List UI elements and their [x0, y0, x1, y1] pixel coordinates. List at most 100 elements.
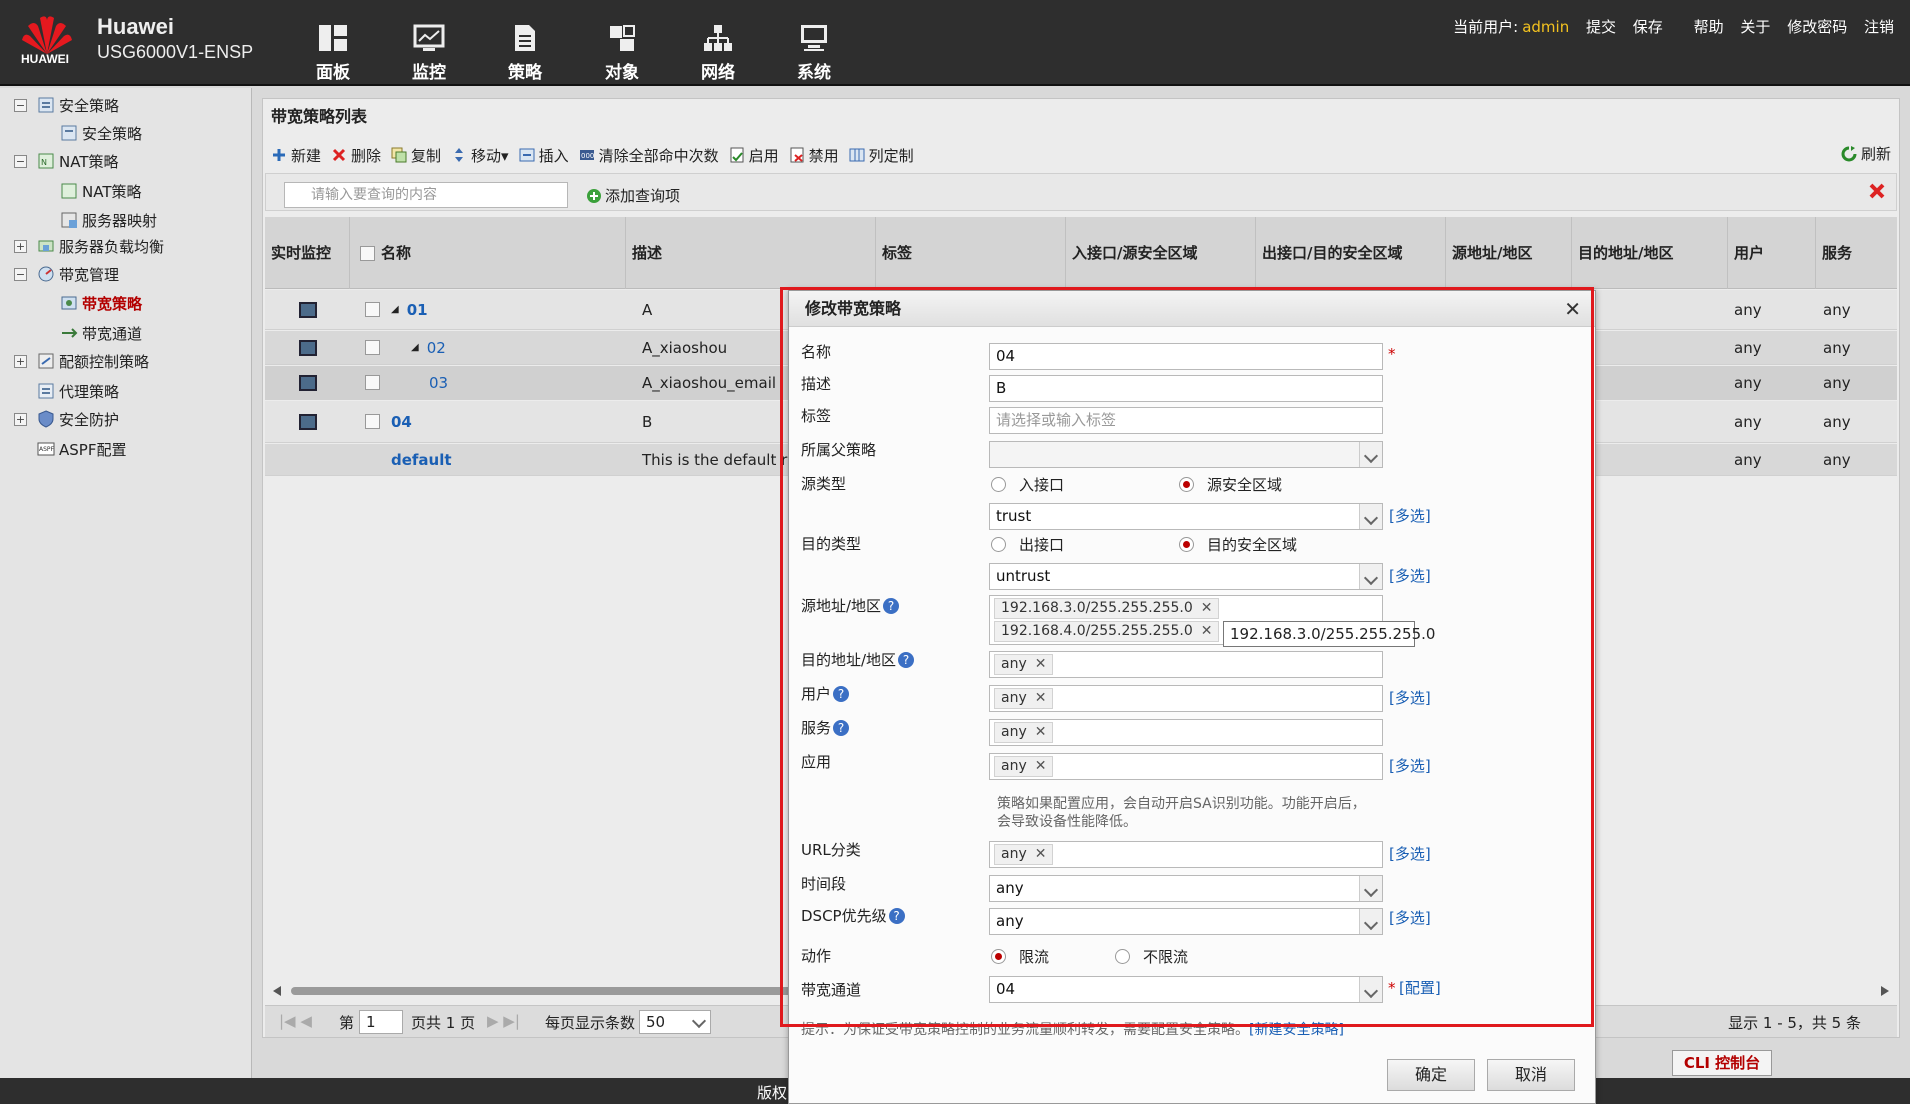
about-link[interactable]: 关于: [1740, 18, 1770, 36]
nav-tab-dashboard[interactable]: 面板: [293, 22, 373, 83]
monitor-icon[interactable]: [299, 413, 317, 430]
remove-tag-icon[interactable]: ✕: [1035, 656, 1047, 672]
application-field[interactable]: any ✕: [989, 753, 1383, 780]
submit-link[interactable]: 提交: [1586, 18, 1616, 36]
insert-button[interactable]: 插入: [519, 145, 569, 166]
remove-tag-icon[interactable]: ✕: [1035, 758, 1047, 774]
cli-console-button[interactable]: CLI 控制台: [1672, 1050, 1772, 1076]
tree-item-nat-policy[interactable]: NAT策略: [60, 180, 141, 202]
help-icon[interactable]: ?: [888, 907, 905, 924]
select-all-checkbox[interactable]: [360, 246, 375, 261]
row-checkbox[interactable]: [365, 302, 380, 317]
expand-icon[interactable]: +: [14, 412, 27, 426]
col-name[interactable]: 名称: [375, 217, 625, 289]
enable-button[interactable]: 启用: [729, 145, 779, 166]
tree-nat-policy-group[interactable]: − N NAT策略: [14, 150, 118, 172]
tree-item-aspf[interactable]: ASPF ASPF配置: [37, 438, 126, 460]
policy-name-link[interactable]: 02: [427, 339, 446, 357]
new-security-policy-link[interactable]: [新建安全策略]: [1249, 1022, 1344, 1038]
tree-item-security-policy[interactable]: 安全策略: [60, 122, 142, 144]
refresh-button[interactable]: 刷新: [1841, 143, 1891, 164]
columns-button[interactable]: 列定制: [849, 145, 914, 166]
remove-tag-icon[interactable]: ✕: [1035, 846, 1047, 862]
tree-item-server-mapping[interactable]: 服务器映射: [60, 209, 157, 231]
dscp-select[interactable]: any: [989, 908, 1383, 935]
time-range-select[interactable]: any: [989, 875, 1383, 902]
help-icon[interactable]: ?: [833, 719, 850, 736]
logout-link[interactable]: 注销: [1864, 18, 1894, 36]
tree-item-proxy-policy[interactable]: 代理策略: [37, 380, 119, 402]
tree-security-protection-group[interactable]: + 安全防护: [14, 408, 119, 430]
remove-tag-icon[interactable]: ✕: [1201, 623, 1213, 639]
col-description[interactable]: 描述: [625, 217, 875, 289]
collapse-icon[interactable]: −: [14, 267, 27, 281]
new-button[interactable]: 新建: [271, 145, 321, 166]
policy-name-link[interactable]: 01: [407, 301, 428, 319]
source-zone-radio[interactable]: [1179, 477, 1194, 492]
expand-icon[interactable]: +: [14, 239, 27, 253]
copy-button[interactable]: 复制: [391, 145, 441, 166]
change-password-link[interactable]: 修改密码: [1787, 18, 1847, 36]
destination-zone-select[interactable]: untrust: [989, 563, 1383, 590]
expand-arrow-icon[interactable]: ◢: [411, 342, 419, 353]
clear-hits-button[interactable]: 000 清除全部命中次数: [579, 145, 719, 166]
save-link[interactable]: 保存: [1633, 18, 1663, 36]
tree-item-bandwidth-policy[interactable]: 带宽策略: [60, 292, 142, 314]
close-icon[interactable]: ✕: [1564, 297, 1581, 321]
user-multiselect-link[interactable]: [多选]: [1389, 687, 1431, 708]
search-input[interactable]: 请输入要查询的内容: [284, 182, 568, 208]
tree-server-lb-group[interactable]: + 服务器负载均衡: [14, 235, 164, 257]
url-category-field[interactable]: any ✕: [989, 841, 1383, 868]
delete-button[interactable]: 删除: [331, 145, 381, 166]
nav-tab-policy[interactable]: 策略: [485, 22, 565, 83]
name-field[interactable]: 04: [989, 343, 1383, 370]
clear-search-icon[interactable]: [1868, 182, 1886, 200]
help-link[interactable]: 帮助: [1694, 18, 1724, 36]
row-checkbox[interactable]: [365, 414, 380, 429]
nav-tab-monitor[interactable]: 监控: [389, 22, 469, 83]
destination-interface-radio[interactable]: [991, 537, 1006, 552]
tree-security-policy-group[interactable]: − 安全策略: [14, 94, 119, 116]
tree-quota-group[interactable]: + 配额控制策略: [14, 350, 149, 372]
col-dst-zone[interactable]: 出接口/目的安全区域: [1255, 217, 1445, 289]
nav-tab-system[interactable]: 系统: [774, 22, 854, 83]
source-zone-select[interactable]: trust: [989, 503, 1383, 530]
expand-arrow-icon[interactable]: ◢: [391, 304, 399, 315]
nav-tab-object[interactable]: 对象: [582, 22, 662, 83]
row-checkbox[interactable]: [365, 375, 380, 390]
channel-config-link[interactable]: [配置]: [1399, 977, 1441, 998]
remove-tag-icon[interactable]: ✕: [1201, 600, 1213, 616]
service-field[interactable]: any ✕: [989, 719, 1383, 746]
tree-item-bandwidth-channel[interactable]: 带宽通道: [60, 322, 142, 344]
row-checkbox[interactable]: [365, 340, 380, 355]
cancel-button[interactable]: 取消: [1487, 1059, 1575, 1091]
description-field[interactable]: B: [989, 375, 1383, 402]
bandwidth-channel-select[interactable]: 04: [989, 976, 1383, 1003]
col-monitor[interactable]: 实时监控: [265, 217, 349, 289]
col-user[interactable]: 用户: [1727, 217, 1815, 289]
help-icon[interactable]: ?: [833, 685, 850, 702]
next-page-icon[interactable]: ▶ ▶|: [487, 1012, 520, 1030]
no-limit-radio[interactable]: [1115, 949, 1130, 964]
add-query-button[interactable]: 添加查询项: [586, 185, 680, 206]
col-dst-addr[interactable]: 目的地址/地区: [1571, 217, 1727, 289]
user-field[interactable]: any ✕: [989, 685, 1383, 712]
source-interface-radio[interactable]: [991, 477, 1006, 492]
url-multiselect-link[interactable]: [多选]: [1389, 843, 1431, 864]
monitor-icon[interactable]: [299, 374, 317, 391]
move-button[interactable]: 移动▾: [451, 145, 509, 166]
destination-address-field[interactable]: any ✕: [989, 651, 1383, 678]
nav-tab-network[interactable]: 网络: [678, 22, 758, 83]
destination-zone-multiselect-link[interactable]: [多选]: [1389, 565, 1431, 586]
col-service[interactable]: 服务: [1815, 217, 1897, 289]
policy-name-link[interactable]: 03: [429, 374, 448, 392]
collapse-icon[interactable]: −: [14, 98, 27, 112]
tag-field[interactable]: 请选择或输入标签: [989, 407, 1383, 434]
dscp-multiselect-link[interactable]: [多选]: [1389, 907, 1431, 928]
col-src-zone[interactable]: 入接口/源安全区域: [1065, 217, 1255, 289]
remove-tag-icon[interactable]: ✕: [1035, 690, 1047, 706]
col-src-addr[interactable]: 源地址/地区: [1445, 217, 1571, 289]
policy-name-link[interactable]: default: [391, 451, 452, 469]
monitor-icon[interactable]: [299, 339, 317, 356]
first-page-icon[interactable]: |◀ ◀: [279, 1012, 312, 1030]
